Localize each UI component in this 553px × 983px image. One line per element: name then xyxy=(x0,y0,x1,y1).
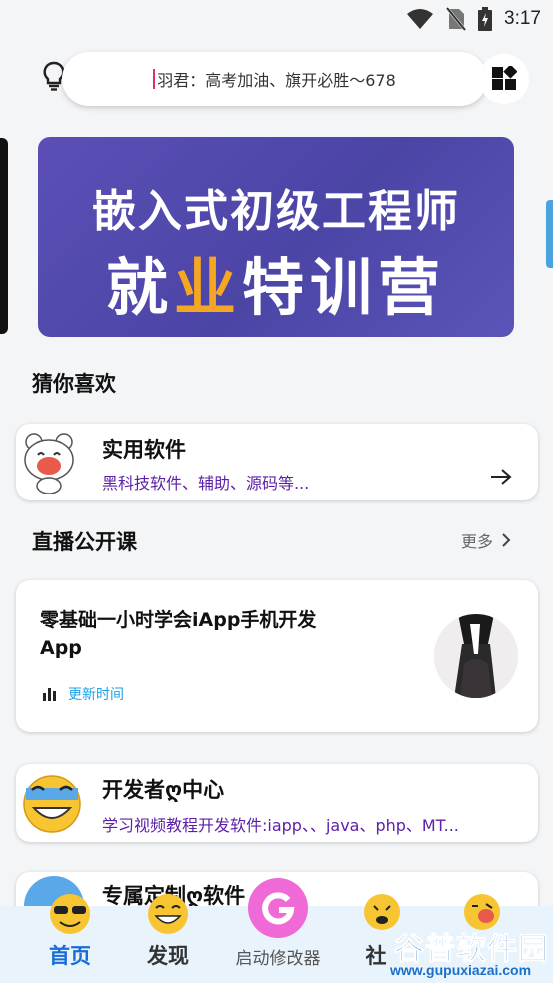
promo-banner[interactable]: 嵌入式初级工程师 就业特训营 xyxy=(38,137,514,337)
nav-launch-modifier[interactable]: 启动修改器 xyxy=(226,878,330,983)
apps-grid-icon xyxy=(492,66,517,90)
utility-software-card[interactable]: 实用软件 黑科技软件、辅助、源码等... xyxy=(16,424,538,500)
update-time-label: 更新时间 xyxy=(68,687,124,703)
card-subtitle: 学习视频教程开发软件:iapp、、java、php、MT... xyxy=(102,816,459,835)
announcement-marquee[interactable]: 羽君：高考加油、旗开必胜～678 xyxy=(62,52,487,106)
status-bar: 3:17 xyxy=(0,0,553,38)
card-subtitle: 黑科技软件、辅助、源码等... xyxy=(102,474,310,493)
text-cursor xyxy=(153,69,156,89)
clock: 3:17 xyxy=(504,8,541,29)
banner-line2-b: 业 xyxy=(173,251,242,324)
card-title: 实用软件 xyxy=(102,438,186,462)
arrow-right-icon xyxy=(491,469,512,485)
more-link[interactable]: 更多 xyxy=(461,528,511,552)
course-meta: 更新时间 xyxy=(42,684,124,704)
watermark-url: www.gupuxiazai.com xyxy=(390,962,532,978)
more-label: 更多 xyxy=(460,532,493,551)
nav-discover[interactable]: 发现 xyxy=(136,894,200,983)
guess-section-title: 猜你喜欢 xyxy=(32,372,116,396)
laughing-emoji-icon xyxy=(23,775,81,833)
course-title: 零基础一小时学会iApp手机开发App xyxy=(40,609,317,659)
marquee-text: 羽君：高考加油、旗开必胜～678 xyxy=(157,71,396,90)
bear-mascot-icon xyxy=(24,433,74,494)
chevron-right-icon xyxy=(502,533,511,547)
g-logo-icon xyxy=(248,878,308,938)
cool-emoji-icon xyxy=(50,894,90,934)
left-edge-handle[interactable] xyxy=(0,138,8,334)
wifi-icon xyxy=(407,9,434,29)
app-header: 羽君：高考加油、旗开必胜～678 xyxy=(0,38,553,118)
banner-line2-a: 就 xyxy=(105,251,174,324)
nav-launch-modifier-label: 启动修改器 xyxy=(235,949,321,969)
developer-center-card[interactable]: 开发者ღ中心 学习视频教程开发软件:iapp、、java、php、MT... xyxy=(16,764,538,842)
right-edge-handle[interactable] xyxy=(546,200,553,268)
nav-home[interactable]: 首页 xyxy=(38,894,102,983)
live-section-title: 直播公开课 xyxy=(32,530,137,554)
nav-home-label: 首页 xyxy=(49,944,91,968)
course-card[interactable]: 零基础一小时学会iApp手机开发App 更新时间 xyxy=(16,580,538,732)
site-watermark: 谷普软件园 www.gupuxiazai.com xyxy=(386,924,553,983)
course-thumbnail xyxy=(434,614,518,698)
battery-charging-icon xyxy=(478,7,493,31)
nav-discover-label: 发现 xyxy=(147,944,189,968)
banner-line2-c: 特训营 xyxy=(242,251,447,324)
grin-emoji-icon xyxy=(148,894,188,934)
bar-chart-icon xyxy=(43,688,56,701)
person-photo-icon xyxy=(434,614,518,698)
apps-grid-button[interactable] xyxy=(479,54,529,104)
banner-line1: 嵌入式初级工程师 xyxy=(92,186,460,237)
banner-line2: 就业特训营 xyxy=(38,237,514,327)
no-sim-icon xyxy=(446,7,467,31)
card-title: 开发者ღ中心 xyxy=(102,778,225,802)
status-icons: 3:17 xyxy=(406,6,541,32)
